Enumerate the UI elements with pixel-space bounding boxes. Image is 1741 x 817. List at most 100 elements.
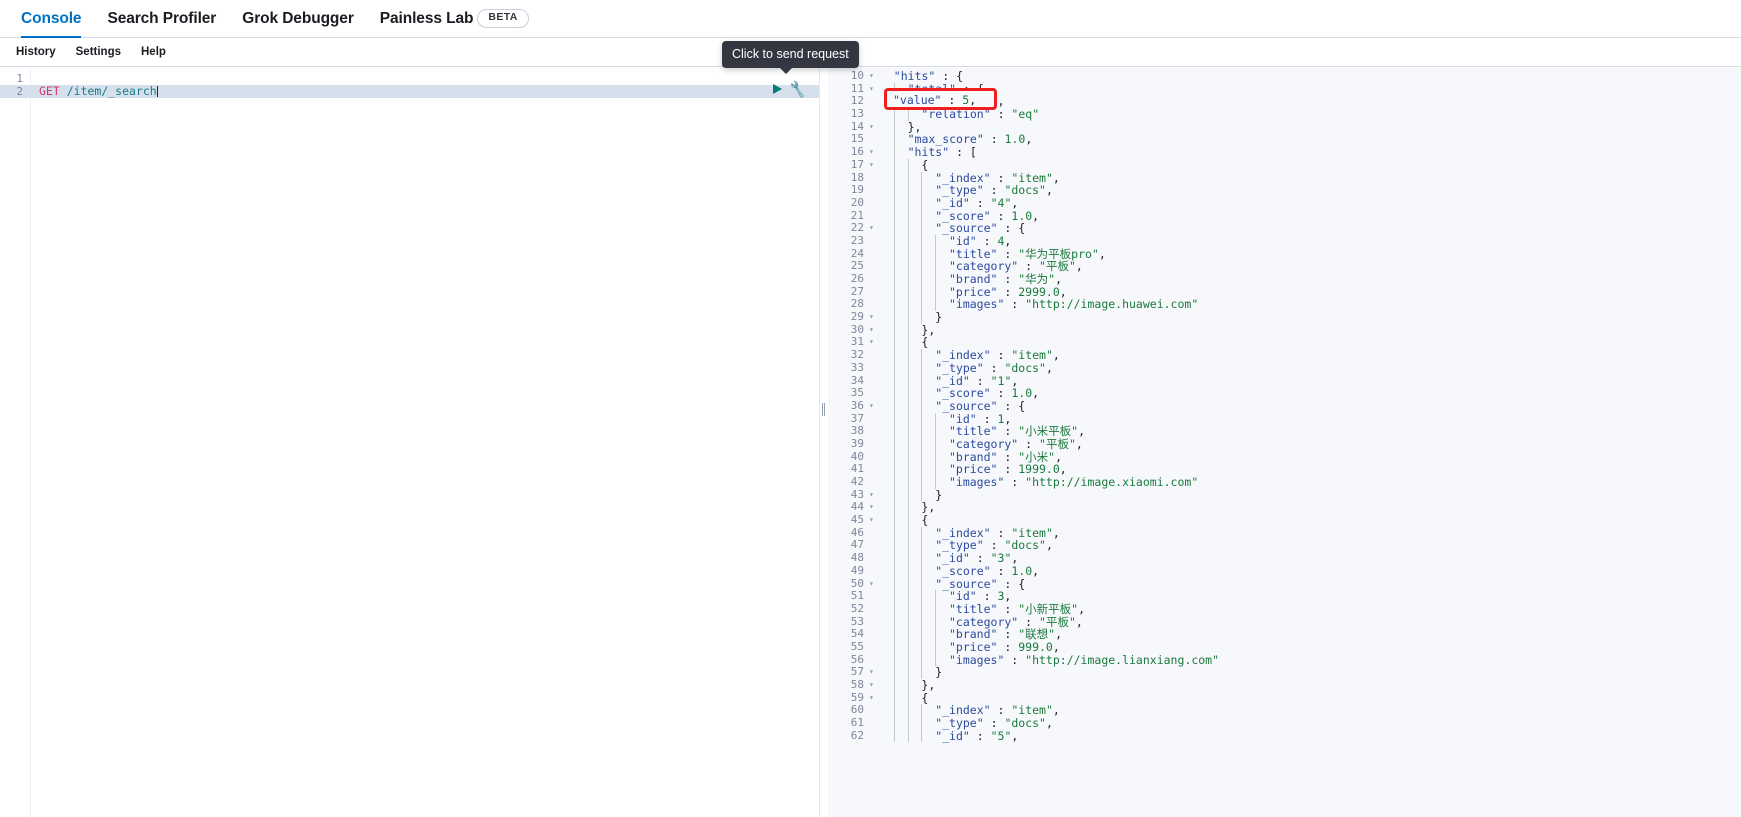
code-text: "hits" : [ <box>877 146 1741 159</box>
code-token: { <box>921 513 929 528</box>
indent-guide <box>935 234 949 248</box>
line-number: 29 <box>850 310 864 324</box>
indent-guide <box>880 451 894 464</box>
indent-guide <box>880 590 894 603</box>
code-token: : [ <box>949 145 977 160</box>
fold-toggle-icon[interactable]: ▾ <box>868 159 877 172</box>
indent-guide <box>907 425 922 438</box>
indent-guide <box>893 488 908 502</box>
fold-toggle-icon[interactable]: ▾ <box>868 514 877 527</box>
code-token: , <box>1025 132 1033 147</box>
indent-guide <box>921 704 935 718</box>
indent-guide <box>893 476 908 489</box>
fold-toggle-icon[interactable]: ▾ <box>868 578 877 591</box>
primary-tabbar: Console Search Profiler Grok Debugger Pa… <box>0 0 1741 38</box>
line-number: 33 <box>850 360 864 374</box>
code-token: 1.0 <box>1004 132 1026 147</box>
fold-toggle-icon[interactable]: ▾ <box>868 692 877 705</box>
fold-toggle-icon <box>868 286 877 299</box>
tab-grok-debugger[interactable]: Grok Debugger <box>229 0 367 38</box>
request-editor-pane[interactable]: 1 2 GET /item/_search 🔧 <box>0 68 820 817</box>
fold-toggle-icon[interactable]: ▾ <box>868 336 877 349</box>
subbar-item-help[interactable]: Help <box>131 46 176 58</box>
fold-toggle-icon[interactable]: ▾ <box>868 501 877 514</box>
indent-guide <box>880 603 894 616</box>
indent-guide <box>880 565 894 578</box>
code-text: "total" : { <box>877 82 1741 96</box>
indent-guide <box>893 552 908 565</box>
indent-guide <box>921 209 935 223</box>
indent-guide <box>893 691 908 705</box>
fold-toggle-icon[interactable]: ▾ <box>868 222 877 235</box>
line-number: 2 <box>16 85 23 99</box>
indent-guide <box>880 552 894 565</box>
fold-toggle-icon[interactable]: ▾ <box>868 83 877 96</box>
code-token: "images" <box>948 297 1005 312</box>
indent-guide <box>893 158 908 172</box>
response-viewer-pane[interactable]: 10▾"hits" : {11▾"total" : {12"value" : 5… <box>828 68 1741 817</box>
indent-guide <box>893 222 908 235</box>
fold-toggle-icon <box>868 717 877 730</box>
indent-guide <box>935 450 949 464</box>
fold-toggle-icon[interactable]: ▾ <box>868 121 877 134</box>
fold-toggle-icon[interactable]: ▾ <box>868 679 877 692</box>
fold-toggle-icon[interactable]: ▾ <box>868 324 877 337</box>
tab-console[interactable]: Console <box>8 0 94 38</box>
indent-guide <box>880 501 894 514</box>
indent-guide <box>907 691 922 705</box>
fold-toggle-icon <box>868 273 877 286</box>
fold-toggle-icon <box>868 108 877 121</box>
indent-guide <box>880 425 894 438</box>
indent-guide <box>880 210 894 223</box>
indent-guide <box>921 234 935 248</box>
fold-toggle-icon <box>868 133 877 146</box>
indent-guide <box>907 285 922 299</box>
subbar-item-history[interactable]: History <box>6 46 66 58</box>
fold-toggle-icon[interactable]: ▾ <box>868 400 877 413</box>
indent-guide <box>907 361 922 375</box>
indent-guide <box>893 260 908 273</box>
line-number: 42 <box>850 475 864 488</box>
code-line: 30 ▾}, <box>842 323 1741 337</box>
indent-guide <box>893 184 908 197</box>
indent-guide <box>921 273 935 286</box>
tab-painless-lab[interactable]: Painless Lab BETA <box>367 0 542 38</box>
fold-toggle-icon[interactable]: ▾ <box>868 311 877 324</box>
code-line: 43 ▾} <box>842 488 1741 502</box>
indent-guide <box>893 590 908 603</box>
subbar-item-settings[interactable]: Settings <box>66 46 131 58</box>
code-text: } <box>877 311 1741 324</box>
indent-guide <box>880 679 894 692</box>
tab-search-profiler[interactable]: Search Profiler <box>94 0 229 38</box>
pane-resizer-grip[interactable] <box>821 403 826 416</box>
indent-guide <box>893 501 908 515</box>
play-icon[interactable] <box>773 84 782 94</box>
line-number: 13 <box>850 107 864 121</box>
indent-guide <box>921 463 935 476</box>
code-line: 28 "images" : "http://image.huawei.com" <box>842 297 1741 312</box>
indent-guide <box>893 374 908 388</box>
indent-guide <box>907 323 922 337</box>
fold-toggle-icon[interactable]: ▾ <box>868 146 877 159</box>
code-token: , <box>1075 436 1083 451</box>
indent-guide <box>880 692 894 705</box>
request-editor[interactable]: 1 2 GET /item/_search <box>0 68 819 99</box>
pane-resizer[interactable] <box>820 68 828 817</box>
fold-toggle-icon[interactable]: ▾ <box>868 666 877 679</box>
tab-search-profiler-label: Search Profiler <box>107 9 217 27</box>
indent-guide <box>893 285 908 299</box>
code-token: , <box>1045 538 1053 553</box>
indent-guide <box>907 539 922 553</box>
indent-guide <box>893 361 908 375</box>
indent-guide <box>893 729 908 743</box>
code-text: "max_score" : 1.0, <box>877 132 1741 147</box>
code-token: , <box>1052 348 1060 363</box>
wrench-icon[interactable]: 🔧 <box>788 79 808 98</box>
indent-guide <box>880 476 894 489</box>
code-token: , <box>1075 259 1083 274</box>
indent-guide <box>893 425 908 438</box>
indent-guide <box>893 399 908 413</box>
fold-toggle-icon[interactable]: ▾ <box>868 70 877 83</box>
fold-toggle-icon[interactable]: ▾ <box>868 489 877 502</box>
indent-guide <box>935 463 949 476</box>
